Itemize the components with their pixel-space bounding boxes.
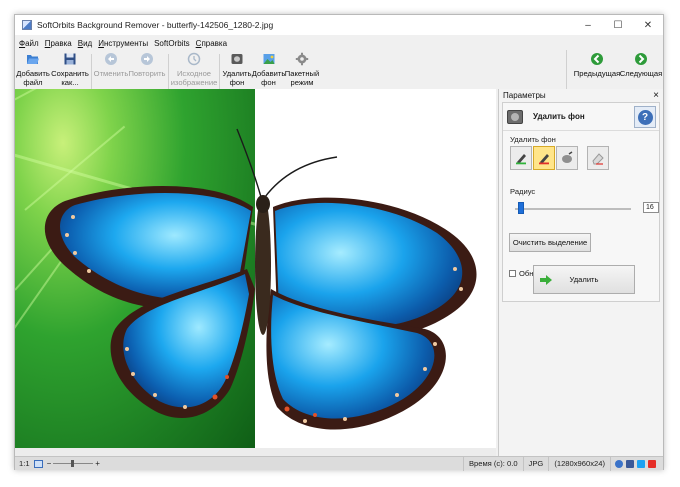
left-antenna bbox=[236, 128, 262, 198]
zoom-ratio[interactable]: 1:1 bbox=[15, 459, 34, 468]
batch-mode-label-2: режим bbox=[290, 78, 314, 87]
parameters-header: Параметры × bbox=[499, 89, 663, 101]
status-bar: 1:1 − + Время (с): 0.0 JPG (1280x960x24) bbox=[15, 456, 663, 471]
save-as-label-1: Сохранить bbox=[51, 69, 89, 78]
original-image-icon bbox=[187, 52, 201, 66]
image-canvas[interactable] bbox=[15, 89, 496, 456]
green-forward-arrow-icon bbox=[635, 53, 647, 65]
menu-bar: Файл Правка Вид Инструменты SoftOrbits С… bbox=[15, 37, 663, 50]
minimize-button[interactable]: – bbox=[573, 15, 603, 35]
add-background-icon bbox=[263, 54, 274, 64]
previous-label: Предыдущая bbox=[573, 69, 621, 78]
section-title: Удалить фон bbox=[533, 112, 585, 121]
facebook-icon[interactable] bbox=[626, 459, 634, 468]
delete-label: Удалить bbox=[569, 275, 599, 284]
auto-select-button[interactable] bbox=[556, 146, 578, 170]
menu-help[interactable]: Справка bbox=[196, 39, 227, 48]
folder-open-icon bbox=[27, 55, 39, 64]
info-icon[interactable] bbox=[615, 459, 623, 468]
menu-softorbits[interactable]: SoftOrbits bbox=[154, 39, 190, 48]
menu-view[interactable]: Вид bbox=[78, 39, 92, 48]
parameters-title: Параметры bbox=[503, 90, 546, 100]
save-as-label-2: как... bbox=[61, 78, 79, 87]
green-back-arrow-icon bbox=[591, 53, 603, 65]
red-marker-icon bbox=[539, 154, 549, 165]
add-file-label-1: Добавить bbox=[16, 69, 50, 78]
youtube-icon[interactable] bbox=[648, 459, 656, 468]
zoom-in-icon[interactable]: + bbox=[95, 459, 100, 468]
gear-icon bbox=[295, 52, 309, 66]
green-marker-icon bbox=[516, 154, 526, 165]
image-format: JPG bbox=[522, 456, 549, 471]
redo-arrow-icon bbox=[141, 53, 153, 65]
menu-edit[interactable]: Правка bbox=[45, 39, 72, 48]
app-window: SoftOrbits Background Remover - butterfl… bbox=[14, 14, 664, 471]
horizontal-scrollbar[interactable] bbox=[15, 448, 496, 456]
help-button[interactable]: ? bbox=[634, 106, 656, 128]
radius-slider-thumb[interactable] bbox=[518, 202, 524, 214]
butterfly-head bbox=[256, 195, 270, 213]
next-label: Следующая bbox=[619, 69, 663, 78]
butterfly-image bbox=[44, 128, 477, 430]
radius-input[interactable]: 16 bbox=[643, 202, 659, 213]
parameters-panel: Параметры × Удалить фон ? Удалить фон Ра… bbox=[498, 89, 663, 456]
window-controls: – ☐ ✕ bbox=[573, 15, 663, 35]
radius-slider-track[interactable] bbox=[515, 208, 631, 210]
keep-marker-button[interactable] bbox=[510, 146, 532, 170]
butterfly-body bbox=[255, 195, 271, 335]
panel-close-icon[interactable]: × bbox=[653, 90, 659, 101]
right-antenna bbox=[264, 156, 338, 198]
add-background-label-2: фон bbox=[261, 78, 276, 87]
menu-file[interactable]: Файл bbox=[19, 39, 39, 48]
shadow-detection-checkbox[interactable] bbox=[509, 270, 516, 277]
remove-background-label-2: фон bbox=[229, 78, 245, 87]
original-image-label-1: Исходное bbox=[176, 69, 212, 78]
zoom-out-icon[interactable]: − bbox=[47, 459, 52, 468]
redo-label: Повторить bbox=[128, 69, 166, 78]
floppy-disk-icon bbox=[64, 53, 76, 65]
title-bar: SoftOrbits Background Remover - butterfl… bbox=[15, 15, 663, 35]
undo-label: Отменить bbox=[93, 69, 129, 78]
clear-selection-button[interactable]: Очистить выделение bbox=[509, 233, 591, 252]
add-background-label-1: Добавить bbox=[251, 69, 286, 78]
window-title: SoftOrbits Background Remover - butterfl… bbox=[37, 20, 274, 30]
fit-to-window-icon[interactable] bbox=[33, 459, 43, 468]
close-button[interactable]: ✕ bbox=[633, 15, 663, 35]
green-arrow-icon bbox=[540, 275, 552, 285]
radius-label: Радиус bbox=[510, 187, 536, 196]
eraser-icon bbox=[592, 153, 604, 165]
delete-button[interactable]: Удалить bbox=[533, 265, 635, 294]
section-header: Удалить фон ? bbox=[503, 103, 659, 131]
remove-background-icon bbox=[507, 109, 523, 124]
remove-background-icon bbox=[231, 54, 243, 64]
marker-tools bbox=[510, 146, 610, 170]
processing-time: Время (с): 0.0 bbox=[462, 456, 523, 471]
twitter-icon[interactable] bbox=[637, 459, 645, 468]
question-mark-icon: ? bbox=[637, 109, 653, 125]
add-file-label-2: файл bbox=[23, 78, 43, 87]
batch-mode-label-1: Пакетный bbox=[284, 69, 320, 78]
zoom-slider-thumb[interactable] bbox=[71, 460, 75, 467]
zoom-slider-track[interactable] bbox=[53, 460, 94, 467]
undo-arrow-icon bbox=[105, 53, 117, 65]
app-logo-icon bbox=[22, 20, 32, 30]
remove-background-label-1: Удалить bbox=[222, 69, 252, 78]
remove-marker-button[interactable] bbox=[533, 146, 555, 170]
remove-background-label: Удалить фон bbox=[510, 135, 556, 144]
image-dimensions: (1280x960x24) bbox=[548, 456, 610, 471]
eraser-button[interactable] bbox=[587, 146, 609, 170]
menu-tools[interactable]: Инструменты bbox=[98, 39, 148, 48]
magic-brush-icon bbox=[562, 151, 573, 163]
social-links bbox=[610, 456, 663, 471]
original-image-label-2: изображение bbox=[170, 78, 218, 87]
maximize-button[interactable]: ☐ bbox=[603, 15, 633, 35]
